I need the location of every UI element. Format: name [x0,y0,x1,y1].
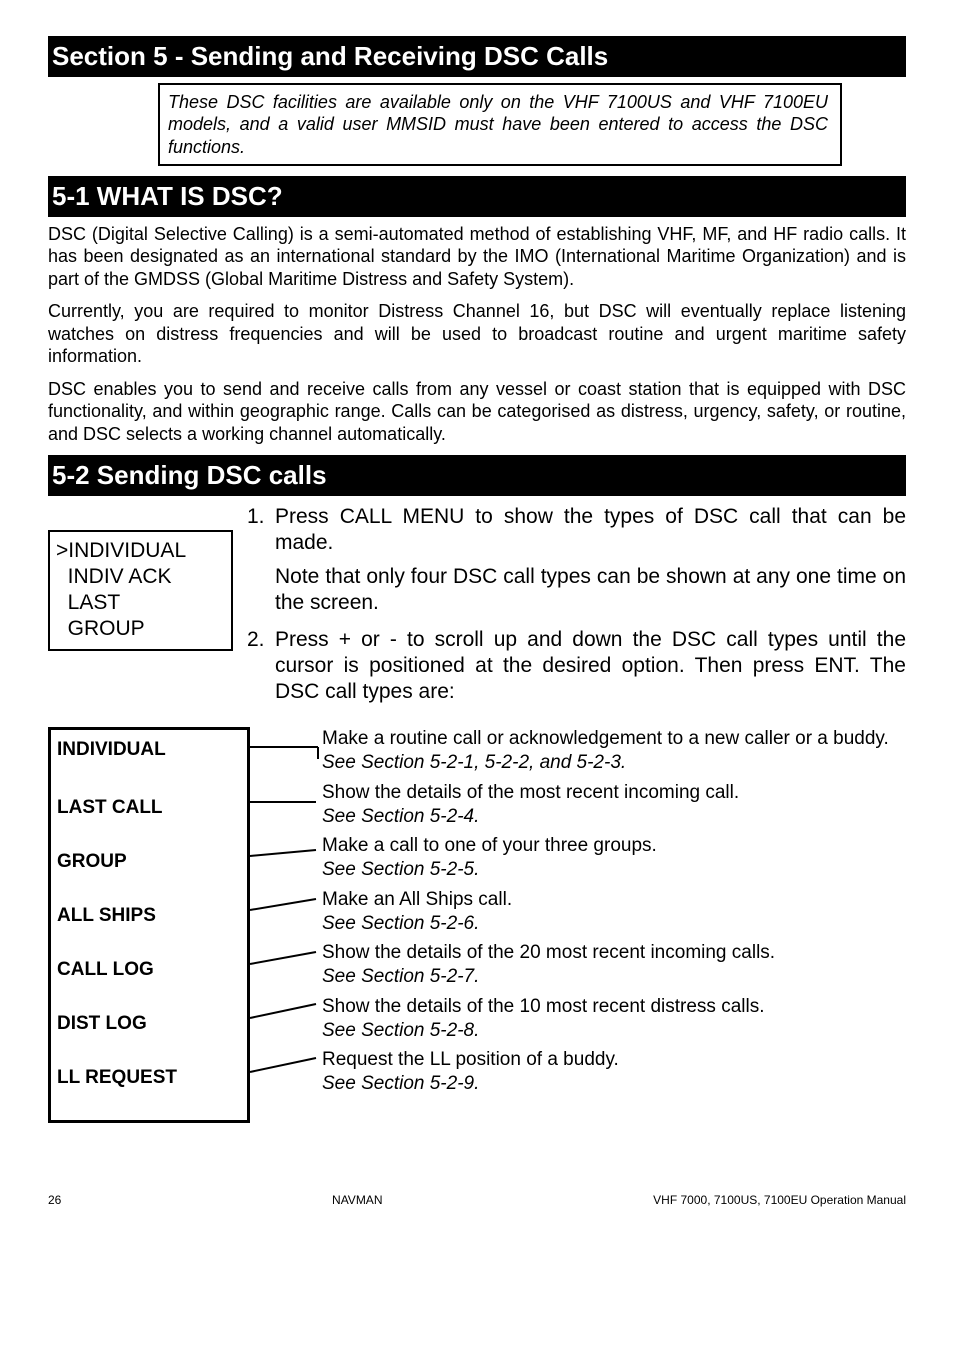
desc-individual: Make a routine call or acknowledgement t… [250,727,906,775]
desc-individual-text: Make a routine call or acknowledgement t… [322,728,889,749]
desc-group-text: Make a call to one of your three groups. [322,834,906,858]
step-1-note: Note that only four DSC call types can b… [275,564,906,617]
desc-dist-log-text: Show the details of the 10 most recent d… [322,995,906,1019]
desc-call-log: Show the details of the 20 most recent i… [250,941,906,989]
paragraph-2: Currently, you are required to monitor D… [48,300,906,368]
steps-row: >INDIVIDUAL INDIV ACK LAST GROUP 1. Pres… [48,504,906,714]
paragraph-1: DSC (Digital Selective Calling) is a sem… [48,223,906,291]
type-dist-log: DIST LOG [57,1012,247,1066]
call-types-table: INDIVIDUAL LAST CALL GROUP ALL SHIPS CAL… [48,727,906,1123]
desc-all-ships-ref: See Section 5-2-6. [322,912,906,936]
desc-ll-request-ref: See Section 5-2-9. [322,1072,906,1096]
desc-individual-ref: See Section 5-2-1, 5-2-2, and 5-2-3. [322,752,626,773]
desc-call-log-text: Show the details of the 20 most recent i… [322,941,906,965]
paragraph-3: DSC enables you to send and receive call… [48,378,906,446]
desc-ll-request-text: Request the LL position of a buddy. [322,1048,906,1072]
heading-5-2: 5-2 Sending DSC calls [48,455,906,496]
desc-dist-log: Show the details of the 10 most recent d… [250,995,906,1043]
type-last-call: LAST CALL [57,796,247,850]
desc-last-call-text: Show the details of the most recent inco… [322,781,906,805]
desc-dist-log-ref: See Section 5-2-8. [322,1019,906,1043]
type-all-ships: ALL SHIPS [57,904,247,958]
page-number: 26 [48,1193,61,1208]
desc-group-ref: See Section 5-2-5. [322,858,906,882]
desc-ll-request: Request the LL position of a buddy. See … [250,1048,906,1096]
step-1-number: 1. [247,504,275,557]
section-title: Section 5 - Sending and Receiving DSC Ca… [48,36,906,77]
desc-call-log-ref: See Section 5-2-7. [322,965,906,989]
desc-last-call: Show the details of the most recent inco… [250,781,906,829]
type-call-log: CALL LOG [57,958,247,1012]
step-1: 1. Press CALL MENU to show the types of … [247,504,906,557]
footer-brand: NAVMAN [61,1193,653,1208]
footer-doc-title: VHF 7000, 7100US, 7100EU Operation Manua… [653,1193,906,1208]
desc-group: Make a call to one of your three groups.… [250,834,906,882]
heading-5-1: 5-1 WHAT IS DSC? [48,176,906,217]
lcd-menu-box: >INDIVIDUAL INDIV ACK LAST GROUP [48,530,233,651]
step-2-text: Press + or - to scroll up and down the D… [275,627,906,706]
step-1-text: Press CALL MENU to show the types of DSC… [275,504,906,557]
step-2-number: 2. [247,627,275,706]
type-group: GROUP [57,850,247,904]
steps-list: 1. Press CALL MENU to show the types of … [247,504,906,714]
desc-all-ships-text: Make an All Ships call. [322,888,906,912]
desc-last-call-ref: See Section 5-2-4. [322,805,906,829]
step-2: 2. Press + or - to scroll up and down th… [247,627,906,706]
call-types-descriptions: Make a routine call or acknowledgement t… [250,727,906,1123]
page-footer: 26 NAVMAN VHF 7000, 7100US, 7100EU Opera… [48,1193,906,1208]
type-individual: INDIVIDUAL [57,738,247,796]
call-types-list: INDIVIDUAL LAST CALL GROUP ALL SHIPS CAL… [48,727,250,1123]
type-ll-request: LL REQUEST [57,1066,247,1114]
desc-all-ships: Make an All Ships call. See Section 5-2-… [250,888,906,936]
dsc-availability-note: These DSC facilities are available only … [158,83,842,167]
